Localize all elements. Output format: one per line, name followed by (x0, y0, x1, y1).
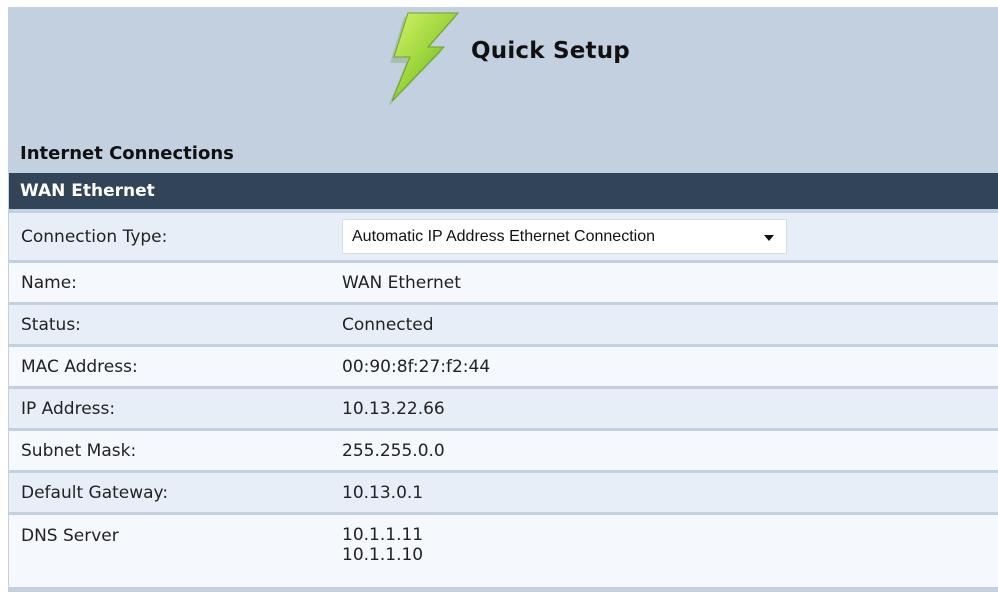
row-status: Status: Connected (9, 305, 998, 344)
row-dns-server: DNS Server 10.1.1.11 10.1.1.10 (9, 515, 998, 587)
value-mac-address: 00:90:8f:27:f2:44 (331, 347, 998, 386)
label-ip-address: IP Address: (9, 389, 331, 428)
chevron-down-icon[interactable] (764, 235, 774, 241)
value-ip-address: 10.13.22.66 (331, 389, 998, 428)
page-title: Quick Setup (471, 38, 630, 64)
label-subnet-mask: Subnet Mask: (9, 431, 331, 470)
label-status: Status: (9, 305, 331, 344)
page-header: Quick Setup (8, 7, 998, 139)
row-subnet-mask: Subnet Mask: 255.255.0.0 (9, 431, 998, 470)
row-connection-type: Connection Type: Automatic IP Address Et… (9, 213, 998, 260)
dns-server-secondary: 10.1.1.10 (342, 545, 424, 565)
label-mac-address: MAC Address: (9, 347, 331, 386)
connection-type-selected-value: Automatic IP Address Ethernet Connection (352, 228, 655, 245)
panel-title-bar: WAN Ethernet (9, 173, 998, 209)
row-mac-address: MAC Address: 00:90:8f:27:f2:44 (9, 347, 998, 386)
status-badge: Connected (331, 305, 998, 344)
connection-type-select[interactable]: Automatic IP Address Ethernet Connection (342, 219, 787, 254)
label-default-gateway: Default Gateway: (9, 473, 331, 512)
value-subnet-mask: 255.255.0.0 (331, 431, 998, 470)
label-connection-type: Connection Type: (9, 213, 331, 260)
lightning-bolt-icon (388, 12, 460, 105)
label-name: Name: (9, 263, 331, 302)
value-name: WAN Ethernet (331, 263, 998, 302)
quick-setup-page: Quick Setup Internet Connections WAN Eth… (8, 7, 998, 592)
dns-server-primary: 10.1.1.11 (342, 525, 424, 545)
cell-connection-type: Automatic IP Address Ethernet Connection (331, 213, 998, 260)
row-ip-address: IP Address: 10.13.22.66 (9, 389, 998, 428)
row-default-gateway: Default Gateway: 10.13.0.1 (9, 473, 998, 512)
connection-details-table: Connection Type: Automatic IP Address Et… (9, 210, 998, 590)
section-label: Internet Connections (20, 143, 234, 164)
row-name: Name: WAN Ethernet (9, 263, 998, 302)
value-dns-server: 10.1.1.11 10.1.1.10 (331, 515, 998, 587)
value-default-gateway: 10.13.0.1 (331, 473, 998, 512)
label-dns-server: DNS Server (9, 515, 331, 587)
